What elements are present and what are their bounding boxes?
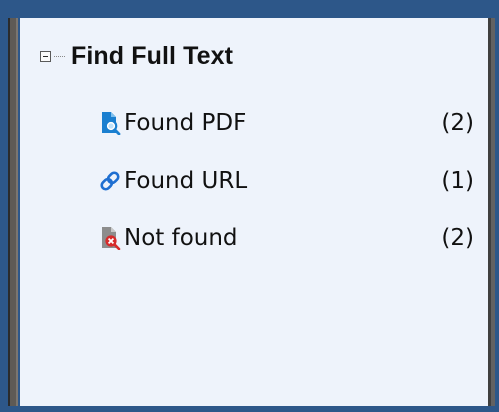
document-not-found-icon <box>99 226 121 250</box>
document-search-icon <box>99 111 121 135</box>
tree-item-label: Found URL <box>124 168 248 194</box>
tree-connector <box>54 55 65 57</box>
panel-border <box>491 18 495 406</box>
tree-item-label: Not found <box>124 225 238 251</box>
window-frame: Find Full Text Found PDF (2) Found URL (… <box>0 0 499 412</box>
tree-root-find-full-text[interactable]: Find Full Text <box>40 40 233 72</box>
tree-item-count: (2) <box>441 225 474 251</box>
tree-item-count: (1) <box>441 168 474 194</box>
tree-item-not-found[interactable]: Not found (2) <box>99 221 474 255</box>
tree-item-found-pdf[interactable]: Found PDF (2) <box>99 106 474 140</box>
link-icon <box>99 169 121 193</box>
find-full-text-panel: Find Full Text Found PDF (2) Found URL (… <box>20 18 491 406</box>
tree-root-label: Find Full Text <box>71 41 234 70</box>
tree-item-found-url[interactable]: Found URL (1) <box>99 164 474 198</box>
tree-item-label: Found PDF <box>124 110 247 136</box>
splitter-handle[interactable] <box>8 18 18 406</box>
tree-item-count: (2) <box>441 110 474 136</box>
collapse-toggle-icon[interactable] <box>40 50 51 62</box>
